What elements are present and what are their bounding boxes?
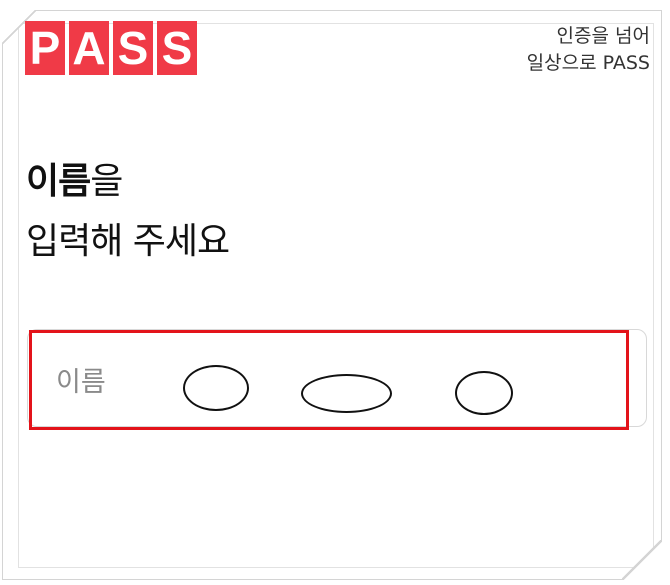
logo-letter-s2: S [157,21,197,75]
screen-border [18,23,654,568]
logo-letter-a: A [69,21,109,75]
tagline: 인증을 넘어 일상으로 PASS [527,23,650,77]
pass-logo: P A S S [25,21,197,75]
title-bold: 이름 [26,161,91,202]
tagline-line2: 일상으로 PASS [526,52,650,74]
page-title: 이름을 입력해 주세요 [26,152,230,272]
highlight-box [29,330,629,430]
title-line2: 입력해 주세요 [26,221,230,262]
page-fold-bottom-right [622,540,662,580]
title-particle: 을 [90,161,123,202]
logo-letter-s: S [113,21,153,75]
logo-letter-p: P [25,21,65,75]
tagline-line1: 인증을 넘어 [556,25,650,47]
title-line1: 이름을 [26,152,229,212]
